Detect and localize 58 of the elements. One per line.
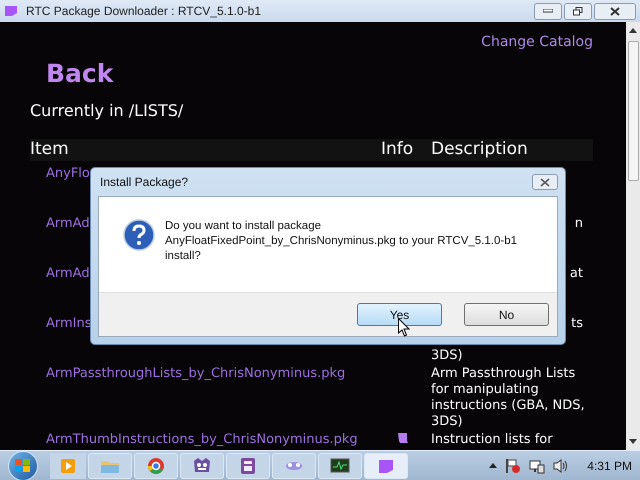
package-link[interactable]: ArmPassthroughLists_by_ChrisNonyminus.pkg [46, 366, 346, 380]
minimize-button[interactable] [534, 2, 562, 20]
dialog-message: Do you want to install package AnyFloatFixedPoint_by_ChrisNonyminus.pkg to your RTCV_5.1.0-b1 install? [165, 219, 518, 264]
description-text: Instruction lists for [431, 432, 553, 448]
description-text: n [574, 216, 583, 232]
description-text: 3DS) [431, 414, 463, 430]
close-icon [540, 178, 550, 186]
column-header: Item [30, 138, 70, 161]
close-icon [610, 6, 620, 16]
package-link[interactable]: ArmThumbInstructions_by_ChrisNonyminus.pkg [46, 432, 358, 446]
window-title: RTC Package Downloader : RTCV_5.1.0-b1 [26, 3, 262, 20]
question-icon [123, 219, 155, 251]
app-icon [284, 460, 304, 472]
scroll-icon [397, 432, 409, 444]
minimize-icon [543, 9, 553, 13]
windows-logo-icon [15, 458, 31, 472]
network-icon[interactable] [529, 458, 546, 474]
description-text: Arm Passthrough Lists [431, 366, 576, 382]
start-button[interactable] [8, 450, 38, 480]
browser-icon [147, 456, 165, 474]
package-link[interactable]: ArmIns [46, 316, 92, 330]
scroll-down-icon [629, 439, 637, 444]
monitor-icon [330, 458, 350, 474]
column-header: Info [381, 138, 414, 161]
back-link[interactable]: Back [46, 55, 114, 92]
package-link[interactable]: ArmAd [46, 216, 90, 230]
show-hidden-icons-icon[interactable] [489, 463, 498, 468]
description-text: instructions (GBA, NDS, [431, 398, 585, 414]
scroll-thumb[interactable] [628, 41, 638, 181]
document-icon [239, 456, 257, 474]
taskbar-button[interactable] [318, 452, 362, 478]
taskbar-button[interactable] [134, 452, 178, 478]
dialog-button[interactable]: Yes [357, 303, 442, 326]
change-catalog-link[interactable]: Change Catalog [481, 32, 593, 53]
package-link[interactable]: AnyFlo [46, 166, 90, 180]
close-button[interactable] [532, 174, 558, 190]
location-text: Currently in /LISTS/ [30, 100, 184, 122]
dialog-button[interactable]: No [464, 303, 549, 326]
flag-icon[interactable] [505, 458, 522, 474]
restore-icon [573, 6, 583, 16]
dialog-title: Install Package? [100, 174, 188, 191]
description-text: ts [571, 316, 583, 332]
description-text: for manipulating [431, 382, 539, 398]
package-link[interactable]: ArmAd [46, 266, 90, 280]
clock[interactable]: 4:31 PM [587, 456, 632, 474]
taskbar-button[interactable] [180, 452, 224, 478]
media-player-icon [60, 458, 76, 474]
monster-icon [192, 456, 212, 474]
description-text: 3DS) [431, 348, 463, 364]
volume-icon[interactable] [553, 458, 570, 474]
app-icon [377, 458, 395, 474]
close-button[interactable] [594, 2, 636, 20]
restore-button[interactable] [564, 2, 592, 20]
scroll-up-icon [629, 28, 637, 33]
description-text: at [570, 266, 583, 282]
app-icon [4, 5, 18, 17]
taskbar-button[interactable] [226, 452, 270, 478]
column-header: Description [431, 138, 528, 161]
